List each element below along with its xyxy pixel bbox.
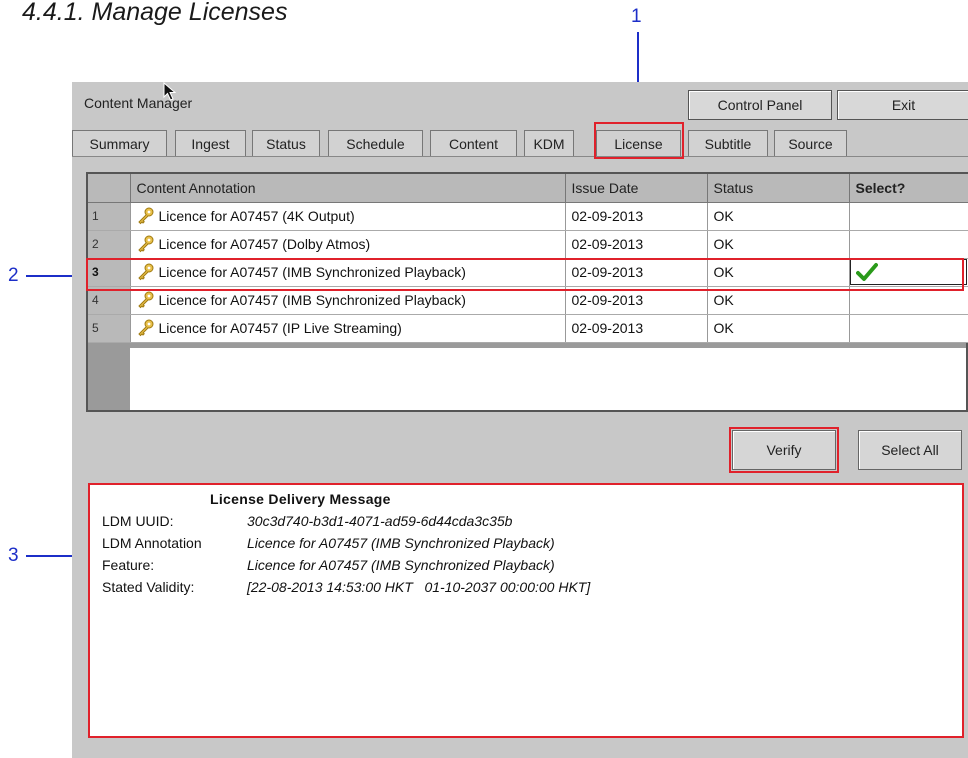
annotation-text: Licence for A07457 (IMB Synchronized Pla… xyxy=(158,292,466,308)
ldm-annotation-value: Licence for A07457 (IMB Synchronized Pla… xyxy=(247,535,555,551)
select-cell[interactable] xyxy=(849,314,968,343)
license-delivery-message-panel: License Delivery Message LDM UUID: 30c3d7… xyxy=(88,483,964,738)
annotation-text: Licence for A07457 (IMB Synchronized Pla… xyxy=(158,264,466,280)
annotation-cell: Licence for A07457 (IMB Synchronized Pla… xyxy=(130,286,566,315)
annotation-text: Licence for A07457 (4K Output) xyxy=(158,208,355,224)
callout-1: 1 xyxy=(631,6,645,126)
row-number: 5 xyxy=(88,314,131,343)
ldm-uuid-value: 30c3d740-b3d1-4071-ad59-6d44cda3c35b xyxy=(247,513,513,529)
key-icon xyxy=(137,235,153,253)
select-cell[interactable] xyxy=(849,286,968,315)
select-cell[interactable] xyxy=(849,258,968,287)
doc-heading: 4.4.1. Manage Licenses xyxy=(22,0,288,26)
table-row[interactable]: 4 Licence for A07457 (IMB Synchronized P… xyxy=(88,286,968,315)
ldm-uuid-row: LDM UUID: 30c3d740-b3d1-4071-ad59-6d44cda… xyxy=(102,513,512,529)
select-all-button[interactable]: Select All xyxy=(858,430,962,470)
table-row[interactable]: 2 Licence for A07457 (Dolby Atmos) 02-09… xyxy=(88,230,968,259)
tab-bar: Summary Ingest Status Schedule Content K… xyxy=(72,128,968,156)
exit-button[interactable]: Exit xyxy=(837,90,968,120)
ldm-validity-label: Stated Validity: xyxy=(102,579,195,595)
tab-status[interactable]: Status xyxy=(252,130,320,156)
tab-content[interactable]: Content xyxy=(430,130,517,156)
issue-date-cell: 02-09-2013 xyxy=(565,202,708,231)
table-row[interactable]: 5 Licence for A07457 (IP Live Streaming)… xyxy=(88,314,968,343)
annotation-text: Licence for A07457 (Dolby Atmos) xyxy=(158,236,371,252)
row-number: 1 xyxy=(88,202,131,231)
issue-date-cell: 02-09-2013 xyxy=(565,286,708,315)
issue-date-cell: 02-09-2013 xyxy=(565,258,708,287)
ldm-feature-value: Licence for A07457 (IMB Synchronized Pla… xyxy=(247,557,555,573)
tab-kdm[interactable]: KDM xyxy=(524,130,574,156)
verify-button[interactable]: Verify xyxy=(732,430,836,470)
column-header-annotation[interactable]: Content Annotation xyxy=(130,174,566,203)
column-header-select[interactable]: Select? xyxy=(849,174,968,203)
tab-license[interactable]: License xyxy=(596,130,681,156)
ldm-annotation-row: LDM Annotation Licence for A07457 (IMB Sy… xyxy=(102,535,555,551)
mouse-cursor-icon xyxy=(163,82,177,101)
select-cell[interactable] xyxy=(849,230,968,259)
row-number: 3 xyxy=(88,258,131,287)
callout-3: 3 xyxy=(8,545,96,567)
checkmark-icon xyxy=(855,263,878,281)
annotation-cell: Licence for A07457 (Dolby Atmos) xyxy=(130,230,566,259)
key-icon xyxy=(137,291,153,309)
issue-date-cell: 02-09-2013 xyxy=(565,314,708,343)
content-manager-window: Content Manager Control Panel Exit Summa… xyxy=(72,82,968,758)
status-cell: OK xyxy=(707,286,850,315)
status-cell: OK xyxy=(707,314,850,343)
annotation-cell: Licence for A07457 (4K Output) xyxy=(130,202,566,231)
key-icon xyxy=(137,207,153,225)
table-header-row: Content Annotation Issue Date Status Sel… xyxy=(88,174,968,203)
table-row-selected[interactable]: 3 Licence for A07457 (IMB Synchronized P… xyxy=(88,258,968,287)
row-number: 2 xyxy=(88,230,131,259)
ldm-validity-row: Stated Validity: [22-08-2013 14:53:00 HKT… xyxy=(102,579,590,595)
status-cell: OK xyxy=(707,230,850,259)
ldm-annotation-label: LDM Annotation xyxy=(102,535,202,551)
tab-source[interactable]: Source xyxy=(774,130,847,156)
key-icon xyxy=(137,263,153,281)
status-cell: OK xyxy=(707,258,850,287)
annotation-cell: Licence for A07457 (IMB Synchronized Pla… xyxy=(130,258,566,287)
key-icon xyxy=(137,319,153,337)
column-header-status[interactable]: Status xyxy=(707,174,850,203)
tab-divider xyxy=(72,156,968,157)
tab-summary[interactable]: Summary xyxy=(72,130,167,156)
ldm-validity-value: [22-08-2013 14:53:00 HKT 01-10-2037 00:0… xyxy=(247,579,591,595)
control-panel-button[interactable]: Control Panel xyxy=(688,90,832,120)
license-table: Content Annotation Issue Date Status Sel… xyxy=(86,172,968,412)
row-number: 4 xyxy=(88,286,131,315)
tab-subtitle[interactable]: Subtitle xyxy=(688,130,768,156)
tab-ingest[interactable]: Ingest xyxy=(175,130,246,156)
tab-schedule[interactable]: Schedule xyxy=(328,130,423,156)
issue-date-cell: 02-09-2013 xyxy=(565,230,708,259)
callout-2: 2 xyxy=(8,265,98,287)
select-cell[interactable] xyxy=(849,202,968,231)
annotation-cell: Licence for A07457 (IP Live Streaming) xyxy=(130,314,566,343)
table-row[interactable]: 1 Licence for A07457 (4K Output) 02-09-2… xyxy=(88,202,968,231)
ldm-title: License Delivery Message xyxy=(210,491,391,507)
column-header-index xyxy=(88,174,131,203)
ldm-feature-label: Feature: xyxy=(102,557,155,573)
ldm-uuid-label: LDM UUID: xyxy=(102,513,174,529)
column-header-issue-date[interactable]: Issue Date xyxy=(565,174,708,203)
status-cell: OK xyxy=(707,202,850,231)
table-empty-area xyxy=(130,348,966,410)
annotation-text: Licence for A07457 (IP Live Streaming) xyxy=(158,320,402,336)
ldm-feature-row: Feature: Licence for A07457 (IMB Synchron… xyxy=(102,557,555,573)
